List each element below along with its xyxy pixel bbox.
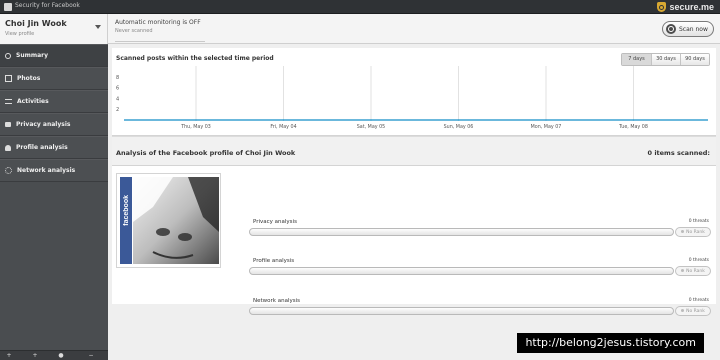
add-profile-icon[interactable]: + bbox=[6, 353, 12, 359]
scan-now-button[interactable]: Scan now bbox=[662, 21, 714, 37]
rank-badge: No Rank bbox=[675, 266, 711, 276]
sidebar-item-label: Privacy analysis bbox=[16, 121, 71, 128]
scanned-posts-chart: 2 4 6 8 Thu, May 03 Fri, May 04 Sat, May 05 Sun… bbox=[116, 66, 708, 130]
x-tick-label: Mon, May 07 bbox=[531, 124, 562, 130]
person-icon bbox=[5, 144, 11, 151]
monitoring-status[interactable]: Automatic monitoring is OFF Never scanne… bbox=[115, 19, 201, 34]
x-tick-label: Sat, May 05 bbox=[357, 124, 385, 130]
title-bar: Security for Facebook secure.me bbox=[0, 0, 720, 14]
y-tick-label: 6 bbox=[116, 86, 119, 92]
sidebar-item-profile-analysis[interactable]: Profile analysis bbox=[0, 136, 108, 159]
profile-photo-frame: facebook bbox=[116, 173, 221, 268]
sidebar-item-label: Network analysis bbox=[17, 167, 76, 174]
watermark-url: http://belong2jesus.tistory.com bbox=[517, 333, 704, 353]
profile-photo bbox=[133, 177, 219, 264]
row-label: Privacy analysis bbox=[253, 219, 297, 225]
profile-selector[interactable]: Choi Jin Wook View profile bbox=[0, 14, 108, 44]
sidebar-footer: + + ● − bbox=[0, 350, 108, 360]
profile-header: Choi Jin Wook View profile Automatic mon… bbox=[0, 14, 720, 44]
network-icon bbox=[5, 167, 12, 174]
data-point bbox=[545, 119, 547, 121]
profile-analysis-row: Profile analysis 0 threats No Rank bbox=[249, 258, 715, 288]
app-window: Security for Facebook secure.me Choi Jin… bbox=[0, 0, 720, 360]
shield-icon bbox=[657, 2, 667, 12]
sidebar-item-label: Photos bbox=[17, 75, 41, 82]
app-icon bbox=[4, 3, 12, 11]
x-tick-label: Sun, May 06 bbox=[444, 124, 474, 130]
data-point bbox=[370, 119, 372, 121]
x-tick-label: Thu, May 03 bbox=[180, 124, 211, 130]
sidebar-item-photos[interactable]: Photos bbox=[0, 67, 108, 90]
rank-badge: No Rank bbox=[675, 306, 711, 316]
data-point bbox=[457, 119, 460, 121]
network-progress-bar bbox=[249, 307, 674, 315]
chart-title: Scanned posts within the selected time p… bbox=[116, 55, 274, 62]
y-tick-label: 8 bbox=[116, 75, 119, 81]
threat-count[interactable]: 0 threats bbox=[689, 219, 709, 224]
sidebar-item-label: Profile analysis bbox=[16, 144, 68, 151]
threat-count[interactable]: 0 threats bbox=[689, 258, 709, 263]
divider bbox=[115, 41, 205, 42]
profile-name: Choi Jin Wook bbox=[5, 19, 67, 28]
window-title: Security for Facebook bbox=[15, 2, 80, 9]
lock-icon bbox=[5, 122, 11, 127]
group-add-icon[interactable]: + bbox=[32, 353, 38, 359]
y-tick-label: 2 bbox=[116, 107, 119, 113]
brand-logo: secure.me bbox=[657, 1, 714, 13]
sidebar-item-network-analysis[interactable]: Network analysis bbox=[0, 159, 108, 182]
scan-icon bbox=[666, 24, 676, 34]
x-tick-label: Tue, May 08 bbox=[618, 124, 648, 130]
threat-count[interactable]: 0 threats bbox=[689, 298, 709, 303]
items-scanned-count: 0 items scanned: bbox=[647, 149, 710, 157]
view-profile-link[interactable]: View profile bbox=[5, 31, 34, 37]
analysis-title: Analysis of the Facebook profile of Choi… bbox=[116, 149, 296, 157]
data-point bbox=[282, 119, 285, 121]
sidebar-item-summary[interactable]: Summary bbox=[0, 44, 108, 67]
network-analysis-row: Network analysis 0 threats No Rank bbox=[249, 298, 715, 328]
scanned-posts-chart-card: Scanned posts within the selected time p… bbox=[112, 48, 716, 136]
sidebar: Summary Photos Activities Privacy analys… bbox=[0, 44, 108, 360]
rank-badge: No Rank bbox=[675, 227, 711, 237]
brand-name: secure.me bbox=[669, 2, 714, 12]
monitoring-status-text: Automatic monitoring is OFF bbox=[115, 19, 201, 26]
sidebar-item-label: Activities bbox=[17, 98, 49, 105]
list-icon bbox=[5, 99, 12, 104]
search-icon bbox=[5, 52, 11, 59]
remove-profile-icon[interactable]: − bbox=[88, 353, 94, 359]
group-icon[interactable]: ● bbox=[58, 353, 64, 359]
row-label: Profile analysis bbox=[253, 258, 295, 264]
scan-now-label: Scan now bbox=[679, 25, 708, 33]
privacy-analysis-row: Privacy analysis 0 threats No Rank bbox=[249, 219, 715, 249]
y-tick-label: 4 bbox=[116, 96, 119, 102]
profile-progress-bar bbox=[249, 267, 674, 275]
main-panel: Scanned posts within the selected time p… bbox=[108, 44, 720, 360]
sidebar-item-privacy-analysis[interactable]: Privacy analysis bbox=[0, 113, 108, 136]
row-label: Network analysis bbox=[253, 298, 300, 304]
facebook-label: facebook bbox=[122, 195, 130, 226]
sidebar-item-label: Summary bbox=[16, 52, 49, 59]
facebook-strip: facebook bbox=[120, 177, 132, 264]
x-tick-label: Fri, May 04 bbox=[270, 124, 296, 130]
privacy-progress-bar bbox=[249, 228, 674, 236]
chevron-down-icon[interactable] bbox=[95, 25, 101, 29]
data-point bbox=[195, 119, 197, 121]
profile-analysis-panel: Analysis of the Facebook profile of Choi… bbox=[112, 136, 716, 316]
sidebar-item-activities[interactable]: Activities bbox=[0, 90, 108, 113]
data-point bbox=[632, 119, 635, 121]
photo-icon bbox=[5, 75, 12, 82]
last-scan-text: Never scanned bbox=[115, 28, 153, 34]
analysis-header: Analysis of the Facebook profile of Choi… bbox=[112, 136, 716, 166]
